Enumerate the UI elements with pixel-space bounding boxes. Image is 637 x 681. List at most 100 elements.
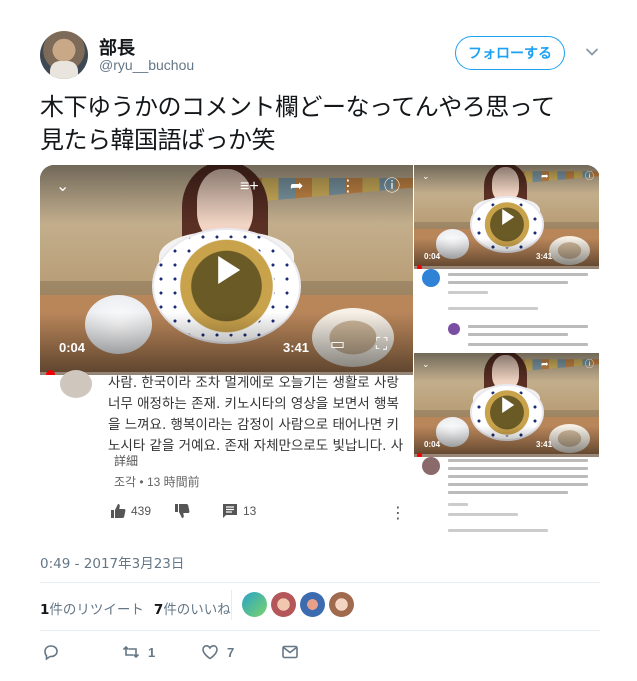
message-icon bbox=[282, 645, 298, 659]
share-icon[interactable]: ➦ bbox=[541, 360, 549, 369]
like-stat-count: 7 bbox=[153, 602, 164, 618]
like-stat-label: 件のいいね bbox=[163, 602, 231, 618]
video-elapsed-time: 0:04 bbox=[59, 340, 86, 355]
commenter-avatar[interactable] bbox=[60, 370, 92, 398]
comment-text-placeholder bbox=[468, 343, 588, 346]
video-progress-handle[interactable] bbox=[417, 265, 422, 269]
info-icon[interactable]: ⓘ bbox=[585, 360, 594, 369]
tweet-timestamp[interactable]: 0:49 - 2017年3月23日 bbox=[40, 552, 184, 572]
info-icon[interactable]: ⓘ bbox=[585, 172, 594, 181]
like-icon bbox=[202, 644, 218, 660]
comment-meta-placeholder bbox=[448, 513, 518, 516]
video-progress-handle[interactable] bbox=[417, 453, 422, 457]
comment-reply-button[interactable]: 13 bbox=[222, 503, 256, 519]
thumbs-down-icon bbox=[175, 504, 190, 518]
play-icon[interactable] bbox=[501, 397, 514, 413]
liker-avatars bbox=[242, 592, 354, 617]
comment-text-placeholder bbox=[448, 459, 588, 462]
add-to-playlist-icon[interactable]: ≡+ bbox=[240, 179, 259, 195]
divider bbox=[40, 582, 600, 583]
comment-text-placeholder bbox=[448, 273, 588, 276]
video-duration: 3:41 bbox=[536, 252, 553, 261]
comment-menu-button[interactable]: ⋮ bbox=[390, 503, 406, 523]
retweet-stat-label: 件のリツイート bbox=[49, 602, 144, 618]
video-top-scrim bbox=[40, 165, 413, 224]
divider bbox=[40, 630, 600, 631]
reply-icon bbox=[44, 645, 58, 661]
chevron-down-icon[interactable]: ⌄ bbox=[56, 179, 69, 195]
liker-avatar[interactable] bbox=[271, 592, 296, 617]
thumbs-up-icon bbox=[111, 504, 126, 518]
retweet-count: 1 bbox=[148, 644, 156, 660]
comment-actions-placeholder bbox=[448, 529, 548, 532]
comment-text-placeholder bbox=[448, 281, 568, 284]
video-elapsed-time: 0:04 bbox=[424, 252, 441, 261]
fullscreen-icon[interactable]: ⛶ bbox=[376, 337, 387, 353]
video-top-scrim bbox=[414, 165, 599, 195]
author-avatar[interactable] bbox=[40, 31, 88, 79]
caret-down-icon[interactable] bbox=[584, 44, 600, 60]
comment-dislike-button[interactable] bbox=[174, 503, 190, 519]
liker-avatar[interactable] bbox=[329, 592, 354, 617]
like-button[interactable]: 7 bbox=[201, 643, 234, 661]
video-bottom-scrim bbox=[414, 237, 599, 269]
tweet-text-line: 木下ゆうかのコメント欄どーなってんやろ思って bbox=[40, 93, 555, 121]
reply-button[interactable] bbox=[42, 643, 60, 661]
liker-avatar[interactable] bbox=[300, 592, 325, 617]
kebab-menu-icon: ⋮ bbox=[390, 505, 406, 522]
chevron-down-icon[interactable]: ⌄ bbox=[422, 360, 430, 369]
retweet-stat[interactable]: 1件のリツイート bbox=[40, 598, 144, 618]
stats-divider bbox=[231, 590, 232, 620]
media-side-column: ⌄ ➦ ⓘ 0:04 3:41 ⌄ ➦ ⓘ 0:04 3:41 bbox=[414, 165, 600, 538]
video-progress-bar[interactable] bbox=[414, 265, 599, 269]
comment-text-placeholder bbox=[448, 491, 568, 494]
play-icon[interactable] bbox=[217, 256, 240, 284]
tweet-stats: 1件のリツイート 7件のいいね bbox=[40, 598, 231, 618]
cast-icon[interactable]: ▭ bbox=[330, 337, 345, 353]
comment-text-placeholder bbox=[448, 483, 588, 486]
commenter-avatar[interactable] bbox=[422, 457, 440, 475]
comment-like-count: 439 bbox=[131, 504, 152, 518]
video-player-side[interactable]: ⌄ ➦ ⓘ 0:04 3:41 bbox=[414, 165, 599, 269]
tweet-media-grid[interactable]: ⌄ ≡+ ➦ ⋮ ⓘ 0:04 3:41 ▭ ⛶ 사람. 한국이라 조차 멀게에… bbox=[40, 165, 600, 538]
media-image-main[interactable]: ⌄ ≡+ ➦ ⋮ ⓘ 0:04 3:41 ▭ ⛶ 사람. 한국이라 조차 멀게에… bbox=[40, 165, 413, 538]
like-stat[interactable]: 7件のいいね bbox=[154, 598, 231, 618]
comment-meta-placeholder bbox=[448, 291, 488, 294]
video-bottom-scrim bbox=[414, 425, 599, 457]
kebab-menu-icon[interactable]: ⋮ bbox=[340, 179, 356, 195]
media-image-side-bottom[interactable]: ⌄ ➦ ⓘ 0:04 3:41 bbox=[414, 353, 600, 538]
commenter-avatar[interactable] bbox=[448, 323, 460, 335]
video-top-scrim bbox=[414, 353, 599, 383]
video-player-main[interactable]: ⌄ ≡+ ➦ ⋮ ⓘ 0:04 3:41 ▭ ⛶ bbox=[40, 165, 413, 375]
tweet-text-line: 見たら韓国語ばっか笑 bbox=[40, 126, 276, 154]
share-icon[interactable]: ➦ bbox=[290, 179, 303, 195]
follow-button[interactable]: フォローする bbox=[455, 36, 565, 70]
commenter-avatar[interactable] bbox=[422, 269, 440, 287]
comment-author-time: 조각 • 13 時間前 bbox=[114, 475, 200, 489]
author-handle[interactable]: @ryu__buchou bbox=[99, 57, 194, 73]
play-icon[interactable] bbox=[501, 209, 514, 225]
comment-more-placeholder bbox=[448, 503, 468, 506]
video-bottom-scrim bbox=[40, 312, 413, 375]
video-progress-handle[interactable] bbox=[46, 370, 55, 375]
liker-avatar[interactable] bbox=[242, 592, 267, 617]
share-icon[interactable]: ➦ bbox=[541, 172, 549, 181]
comment-like-button[interactable]: 439 bbox=[110, 503, 151, 519]
video-duration: 3:41 bbox=[283, 340, 310, 355]
comment-text-placeholder bbox=[468, 325, 588, 328]
direct-message-button[interactable] bbox=[281, 643, 299, 661]
retweet-button[interactable]: 1 bbox=[122, 643, 155, 661]
retweet-stat-count: 1 bbox=[40, 602, 50, 618]
media-image-side-top[interactable]: ⌄ ➦ ⓘ 0:04 3:41 bbox=[414, 165, 600, 350]
tweet-text: 木下ゆうかのコメント欄どーなってんやろ思って 見たら韓国語ばっか笑 bbox=[40, 91, 600, 157]
comment-text-placeholder bbox=[468, 333, 568, 336]
video-elapsed-time: 0:04 bbox=[424, 440, 441, 449]
comment-actions-placeholder bbox=[448, 307, 538, 310]
comment-more-link[interactable]: 詳細 bbox=[114, 452, 138, 469]
video-player-side[interactable]: ⌄ ➦ ⓘ 0:04 3:41 bbox=[414, 353, 599, 457]
retweet-icon bbox=[122, 645, 140, 659]
video-progress-bar[interactable] bbox=[414, 453, 599, 457]
comment-text-placeholder bbox=[448, 475, 588, 478]
info-icon[interactable]: ⓘ bbox=[384, 179, 400, 195]
chevron-down-icon[interactable]: ⌄ bbox=[422, 172, 430, 181]
